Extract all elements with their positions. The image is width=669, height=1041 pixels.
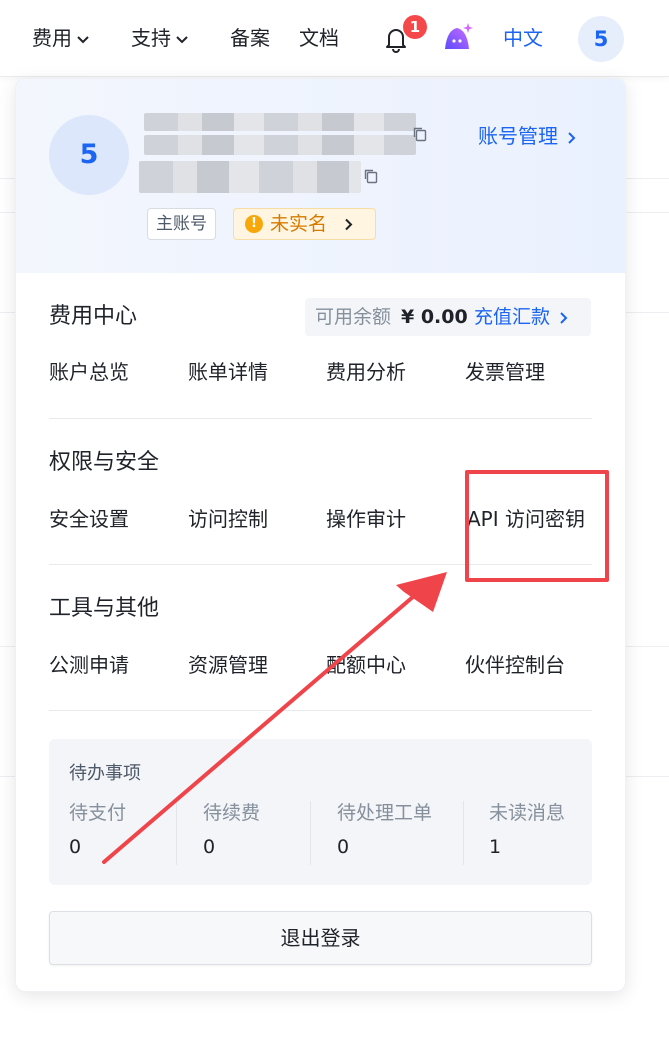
balance-value: ¥ 0.00 [401,306,468,328]
todo-pending-tickets[interactable]: 待处理工单 0 [337,799,432,861]
todo-label: 待处理工单 [337,802,433,824]
security-title: 权限与安全 [49,450,160,475]
chevron-right-icon [345,218,353,231]
link-operation-audit[interactable]: 操作审计 [326,505,406,533]
todo-unread-messages[interactable]: 未读消息 1 [489,799,565,861]
logout-button[interactable]: 退出登录 [49,911,592,965]
redacted-account-name [144,135,416,155]
link-cost-analysis[interactable]: 费用分析 [326,358,406,386]
background-divider [624,646,669,647]
billing-center-title: 费用中心 [49,304,138,329]
language-switch[interactable]: 中文 [503,24,543,52]
redacted-account-name [144,113,416,131]
balance-label: 可用余额 [315,306,392,328]
todo-count: 0 [337,836,350,858]
account-management-label: 账号管理 [478,124,558,148]
todo-label: 未读消息 [489,802,566,824]
chevron-down-icon [77,35,89,43]
todo-separator [176,801,177,865]
todo-separator [310,801,311,865]
nav-fees-label: 费用 [32,26,72,50]
link-bill-details[interactable]: 账单详情 [188,358,268,386]
background-divider [624,178,669,179]
nav-support-menu[interactable]: 支持 [131,24,189,52]
todo-pending-renewal[interactable]: 待续费 0 [203,799,260,861]
tools-title: 工具与其他 [49,596,160,621]
notification-badge: 1 [403,15,427,39]
ai-assistant-icon[interactable] [441,20,475,54]
section-divider [49,418,592,419]
todo-separator [463,801,464,865]
todo-panel: 待办事项 待支付 0 待续费 0 待处理工单 0 未读消息 1 [49,739,592,885]
todo-count: 1 [489,836,502,858]
account-header: 5 账号管理 主账号 ! 未实名 [16,79,625,273]
todo-pending-payment[interactable]: 待支付 0 [69,799,126,861]
nav-docs-link[interactable]: 文档 [299,24,339,52]
todo-label: 待续费 [203,802,261,824]
nav-support-label: 支持 [131,26,171,50]
background-divider [624,312,669,313]
background-divider [0,178,15,179]
unverified-label: 未实名 [270,213,328,235]
copy-icon[interactable] [412,126,428,142]
unverified-tag[interactable]: ! 未实名 [233,208,376,240]
recharge-label: 充值汇款 [474,306,551,328]
todo-count: 0 [69,836,82,858]
todo-label: 待支付 [69,802,127,824]
link-resource-management[interactable]: 资源管理 [188,651,268,679]
background-divider [624,776,669,777]
link-invoice-management[interactable]: 发票管理 [465,358,545,386]
link-account-overview[interactable]: 账户总览 [49,358,129,386]
account-management-link[interactable]: 账号管理 [478,122,578,150]
background-divider [0,212,15,213]
link-beta-application[interactable]: 公测申请 [49,651,129,679]
annotation-highlight-box [465,470,609,582]
nav-fees-menu[interactable]: 费用 [32,24,90,52]
link-access-control[interactable]: 访问控制 [188,505,268,533]
copy-icon[interactable] [363,168,379,184]
link-security-settings[interactable]: 安全设置 [49,505,129,533]
chevron-right-icon [560,311,568,324]
section-divider [49,710,592,711]
top-navigation-bar: 费用 支持 备案 文档 1 中文 5 [0,0,669,77]
warning-icon: ! [245,215,263,233]
background-divider [624,212,669,213]
balance-box: 可用余额 ¥ 0.00 充值汇款 [305,298,591,336]
chevron-down-icon [176,35,188,43]
link-partner-console[interactable]: 伙伴控制台 [465,651,565,679]
main-account-tag: 主账号 [147,208,216,240]
redacted-account-id [139,161,361,193]
background-divider [0,776,15,777]
recharge-link[interactable]: 充值汇款 [474,303,570,331]
link-quota-center[interactable]: 配额中心 [326,651,406,679]
todo-count: 0 [203,836,216,858]
background-divider [0,646,15,647]
background-divider [0,312,15,313]
account-avatar: 5 [49,115,129,195]
todo-title: 待办事项 [69,763,141,784]
chevron-right-icon [568,131,576,144]
nav-beian-link[interactable]: 备案 [230,24,270,52]
user-avatar[interactable]: 5 [578,16,624,62]
